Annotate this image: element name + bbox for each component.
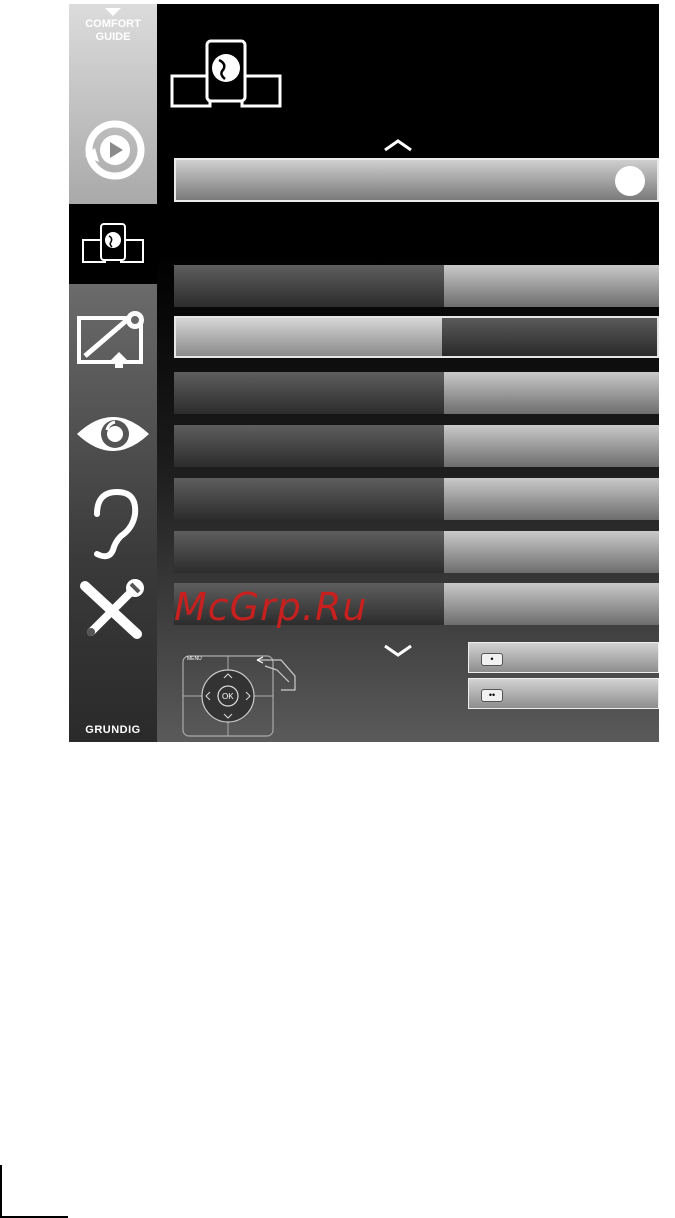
menu-row[interactable] <box>174 372 659 414</box>
row-value <box>444 265 659 307</box>
tv-menu-screen: COMFORT GUIDE GRUNDIG • •• OK MENU <box>69 4 659 742</box>
red-key-button[interactable]: • <box>468 642 659 673</box>
row-value <box>444 478 659 520</box>
menu-row[interactable] <box>174 478 659 520</box>
brand-logo: GRUNDIG <box>85 724 141 736</box>
menu-row[interactable] <box>174 265 659 307</box>
watermark-text: McGrp.Ru <box>174 585 368 629</box>
source-input-icon[interactable] <box>75 308 151 370</box>
row-value <box>444 531 659 573</box>
main-panel: • •• OK MENU <box>157 4 659 742</box>
row-label <box>174 478 444 520</box>
network-globe-icon <box>170 39 282 108</box>
playback-icon[interactable] <box>79 116 147 186</box>
menu-top-bar[interactable] <box>174 158 659 202</box>
row-value <box>442 318 657 356</box>
row-label <box>174 372 444 414</box>
sidebar: COMFORT GUIDE GRUNDIG <box>69 4 157 742</box>
ok-key-label: OK <box>222 692 234 701</box>
row-label <box>174 265 444 307</box>
page-corner-vertical <box>0 1165 2 1218</box>
chevron-up-icon[interactable] <box>382 138 414 152</box>
sidebar-item-network[interactable] <box>69 204 157 284</box>
tools-icon[interactable] <box>77 578 149 642</box>
network-globe-icon <box>82 223 144 263</box>
chevron-down-icon[interactable] <box>382 644 414 658</box>
row-value <box>444 372 659 414</box>
menu-row[interactable] <box>174 425 659 467</box>
green-key-button[interactable]: •• <box>468 678 659 709</box>
comfort-guide-line2: GUIDE <box>95 31 131 43</box>
row-label <box>174 425 444 467</box>
row-value <box>444 425 659 467</box>
menu-row[interactable] <box>174 531 659 573</box>
row-label <box>174 531 444 573</box>
menu-row-selected[interactable] <box>174 316 659 358</box>
remote-navigation-icon <box>182 655 296 737</box>
sound-ear-icon[interactable] <box>87 488 141 562</box>
key-two-dots: •• <box>481 689 503 702</box>
comfort-guide[interactable]: COMFORT GUIDE <box>69 8 157 44</box>
row-label <box>176 318 442 356</box>
comfort-guide-line1: COMFORT <box>85 18 141 30</box>
picture-eye-icon[interactable] <box>73 404 153 464</box>
triangle-down-icon <box>105 8 121 16</box>
row-value <box>444 583 659 625</box>
menu-key-label: MENU <box>187 656 202 662</box>
key-one-dot: • <box>481 653 503 666</box>
toggle-knob[interactable] <box>615 166 645 196</box>
